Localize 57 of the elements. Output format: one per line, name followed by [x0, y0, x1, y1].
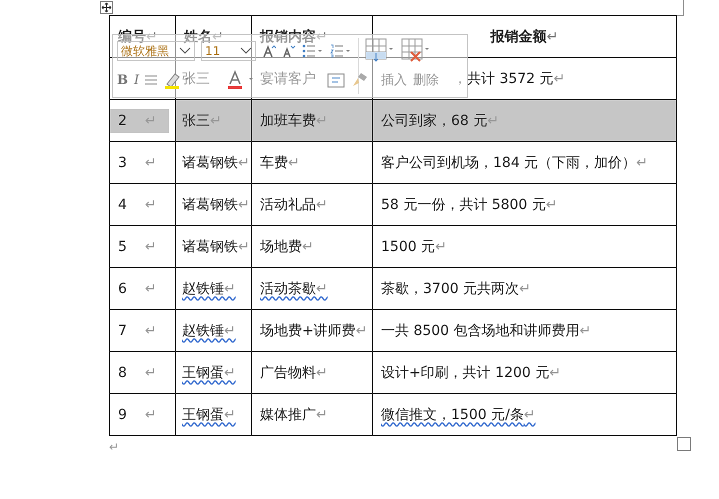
chevron-down-icon: [179, 47, 191, 55]
bullet-list-icon[interactable]: [302, 44, 324, 58]
table-cell: 6 ↵: [118, 280, 157, 296]
insert-table-icon[interactable]: [365, 38, 395, 64]
table-cell: 诸葛钢铁↵: [182, 238, 250, 254]
table-cell: 赵铁锤↵: [182, 280, 236, 296]
grow-font-icon[interactable]: [262, 44, 276, 58]
format-painter-icon[interactable]: [351, 71, 370, 89]
table-cell: 设计+印刷，共计 1200 元↵: [381, 364, 561, 380]
table-cell: 张三↵: [182, 112, 222, 128]
table-cell: ，共计 3572 元↵: [453, 70, 566, 86]
table-cell: 活动礼品↵: [260, 196, 328, 212]
table-cell: 诸葛钢铁↵: [182, 196, 250, 212]
table-cell: 诸葛钢铁↵: [182, 154, 250, 170]
shrink-font-icon[interactable]: [282, 44, 296, 58]
align-icon[interactable]: [145, 74, 158, 86]
table-cell: 4 ↵: [118, 196, 157, 212]
table-cell: 场地费↵: [260, 238, 314, 254]
table-cell: 张三: [182, 70, 210, 86]
table-cell: 9 ↵: [118, 406, 157, 422]
insert-label[interactable]: 插入: [381, 71, 408, 89]
table-cell: 1500 元↵: [381, 238, 447, 254]
table-cell: 王钢蛋↵: [182, 364, 236, 380]
table-cell: 加班车费↵: [260, 112, 328, 128]
table-cell: 7 ↵: [118, 322, 157, 338]
column-header: 报销内容↵: [260, 28, 328, 44]
table-cell: 活动茶歇↵: [260, 280, 328, 296]
column-header: 报销金额↵: [490, 28, 558, 44]
chevron-down-icon: [240, 47, 252, 55]
table-cell: 微信推文，1500 元/条↵: [381, 406, 536, 422]
table-cell: 场地费+讲师费↵: [260, 322, 368, 338]
italic-icon[interactable]: I: [134, 72, 140, 88]
delete-table-icon[interactable]: [401, 38, 431, 64]
styles-icon[interactable]: [327, 71, 346, 89]
table-cell: 3 ↵: [118, 154, 157, 170]
table-cell: 2 ↵: [110, 108, 169, 132]
table-cell: 广告物料↵: [260, 364, 328, 380]
resize-handle-icon[interactable]: [677, 437, 691, 451]
table-cell: 宴请客户: [260, 70, 316, 86]
table-cell: 王钢蛋↵: [182, 406, 236, 422]
paragraph-mark: ↵: [109, 440, 120, 454]
table-cell: 58 元一份，共计 5800 元↵: [381, 196, 558, 212]
table-cell: 8 ↵: [118, 364, 157, 380]
font-size-dropdown[interactable]: 11: [201, 41, 256, 61]
table-cell: 一共 8500 包含场地和讲师费用↵: [381, 322, 592, 338]
table-cell: 媒体推广↵: [260, 406, 328, 422]
table-cell: 赵铁锤↵: [182, 322, 236, 338]
numbered-list-icon[interactable]: [330, 44, 352, 58]
table-cell: 公司到家，68 元↵: [381, 112, 499, 128]
delete-label[interactable]: 删除: [413, 71, 440, 89]
bold-icon[interactable]: B: [117, 72, 128, 88]
table-cell: 客户公司到机场，184 元（下雨，加价）↵: [381, 154, 648, 170]
table-cell: 车费↵: [260, 154, 300, 170]
table-cell: 茶歇，3700 元共两次↵: [381, 280, 531, 296]
table-cell: 5 ↵: [118, 238, 157, 254]
move-handle-icon[interactable]: [100, 1, 113, 14]
font-name-dropdown[interactable]: 微软雅黑: [117, 41, 195, 61]
